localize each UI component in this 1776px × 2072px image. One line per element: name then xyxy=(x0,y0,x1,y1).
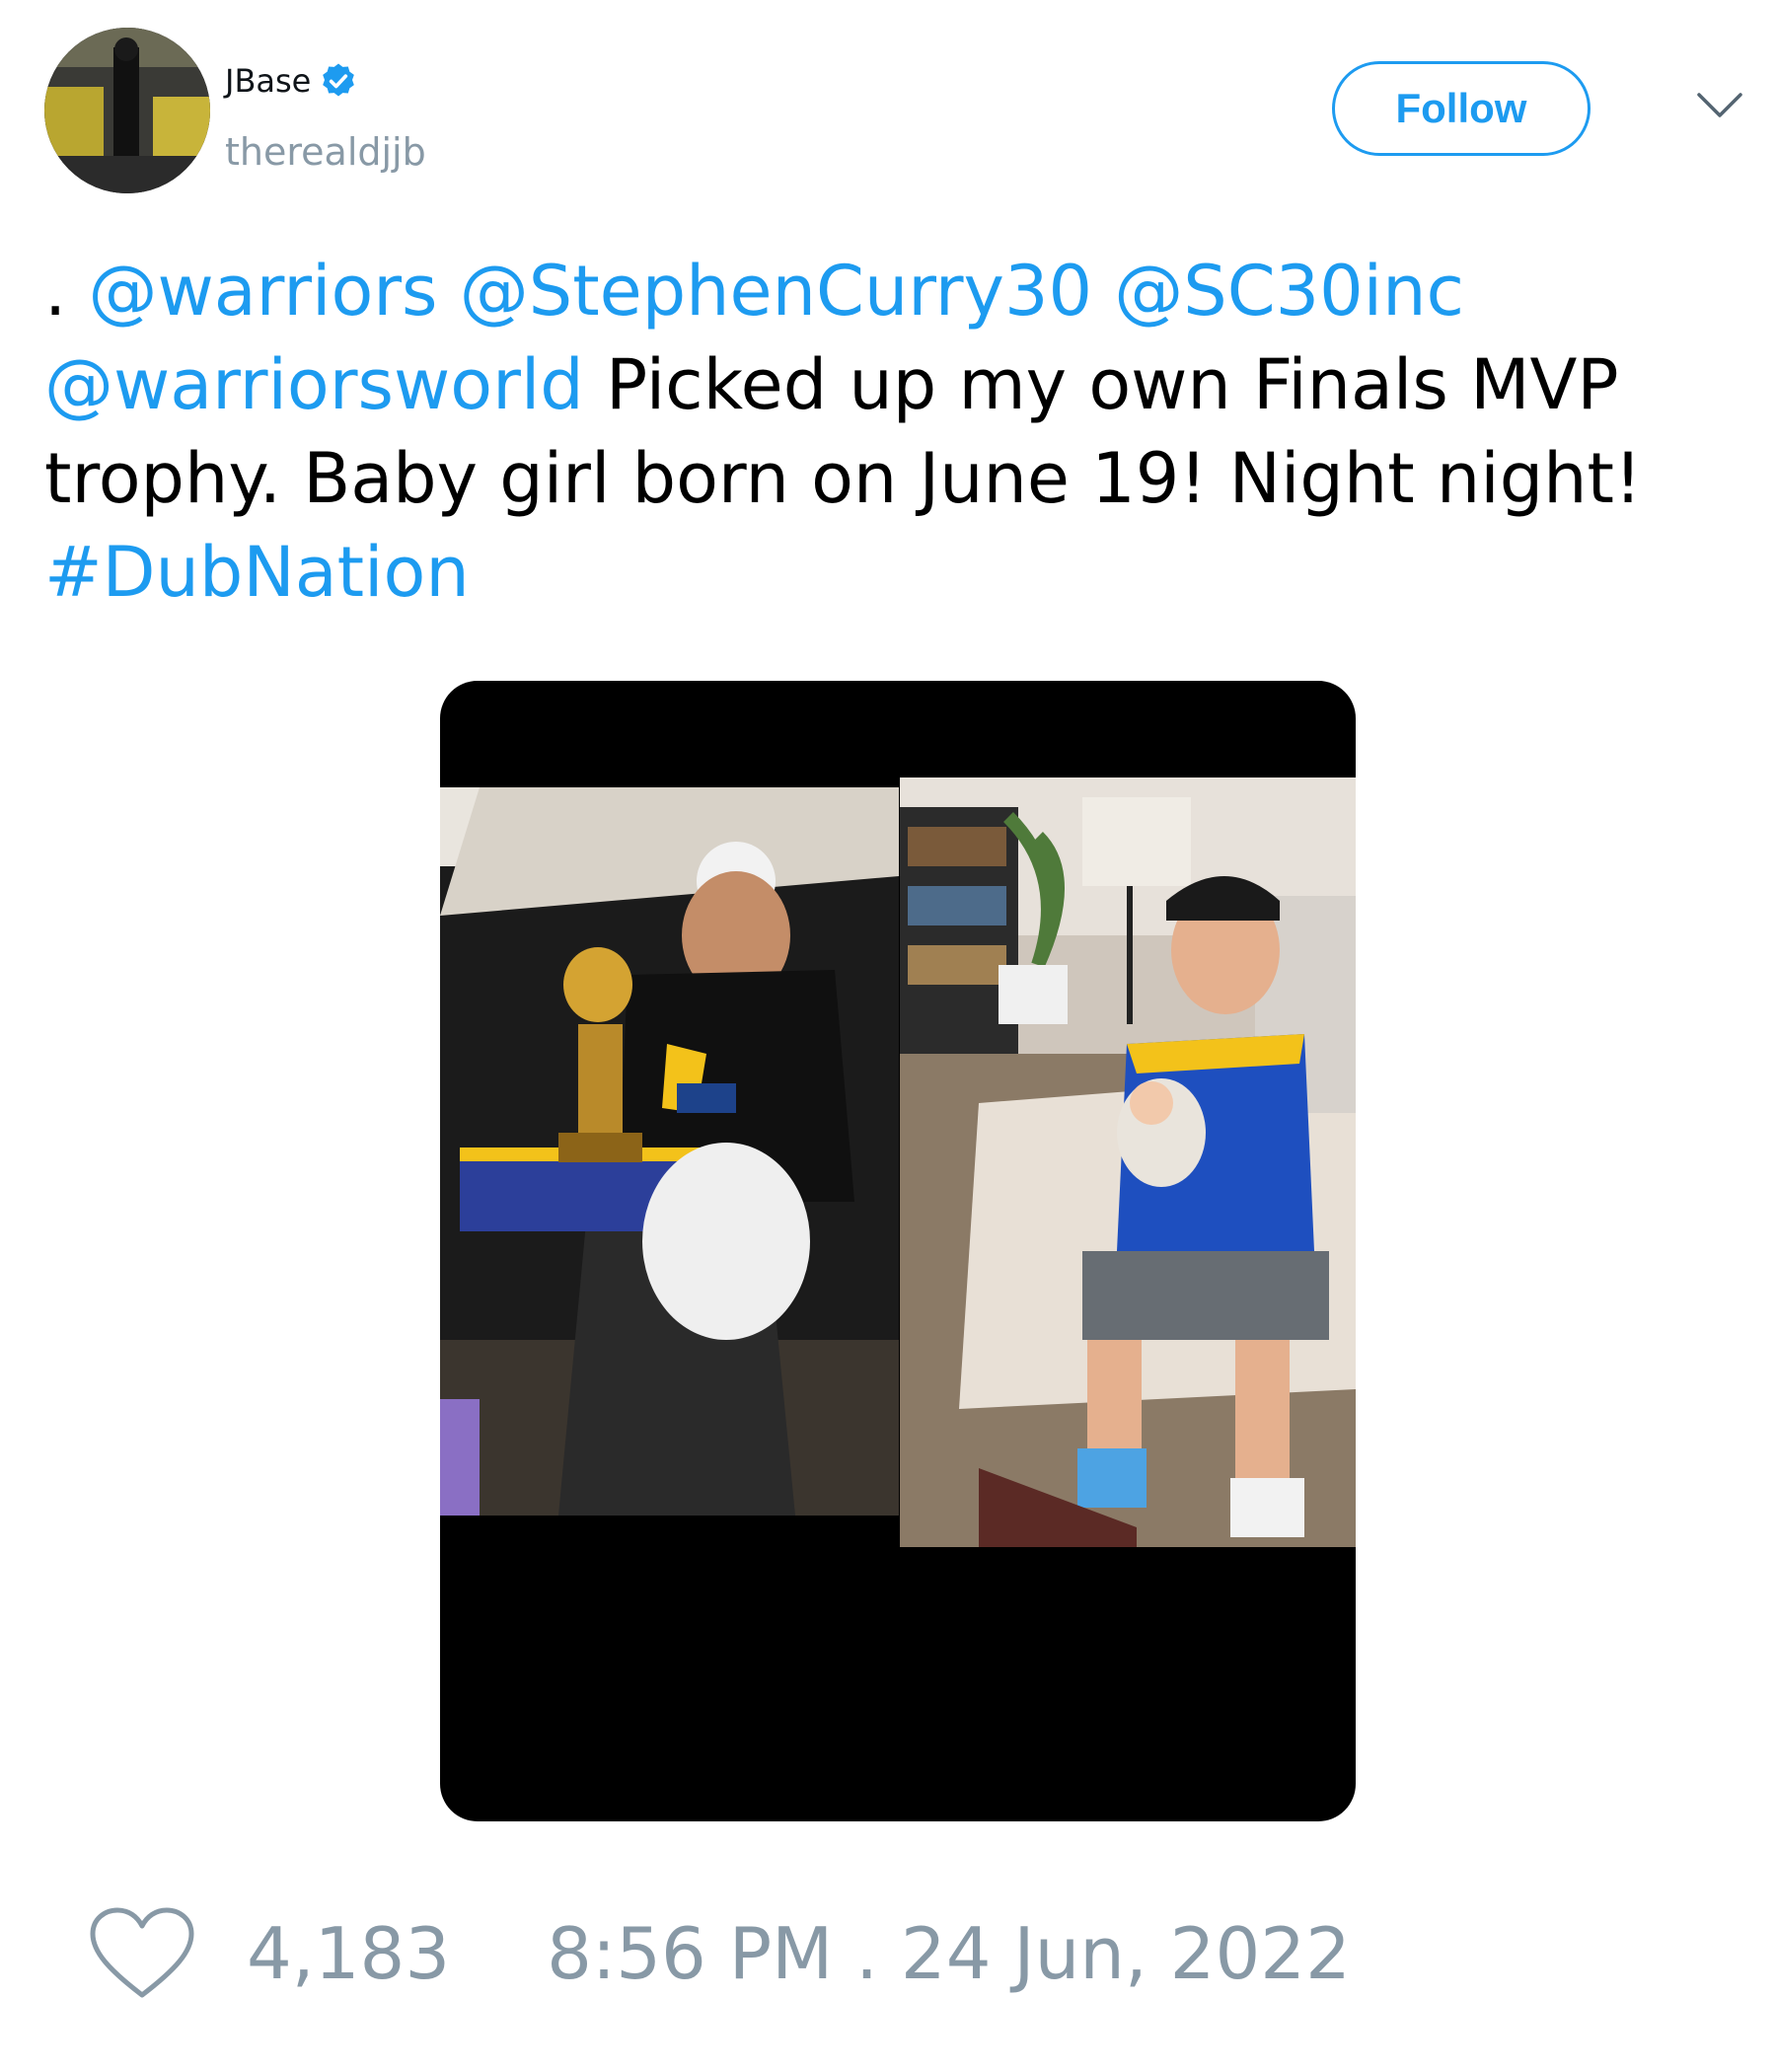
mention-stephencurry30[interactable]: @StephenCurry30 xyxy=(460,251,1092,332)
heart-icon[interactable] xyxy=(89,1906,195,2001)
verified-badge-icon xyxy=(319,61,358,101)
mention-sc30inc[interactable]: @SC30inc xyxy=(1114,251,1464,332)
mention-warriorsworld[interactable]: @warriorsworld xyxy=(44,344,584,425)
timestamp[interactable]: 8:56 PM . 24 Jun, 2022 xyxy=(547,1912,1351,1995)
author-handle[interactable]: therealdjjb xyxy=(225,130,426,174)
photo-curry-trophy[interactable] xyxy=(440,787,899,1516)
hashtag-dubnation[interactable]: #DubNation xyxy=(44,532,470,613)
tweet-footer: 4,183 8:56 PM . 24 Jun, 2022 xyxy=(89,1904,1351,2003)
photo-father-baby[interactable] xyxy=(900,777,1356,1547)
author-display-name[interactable]: JBase xyxy=(225,62,311,100)
follow-button[interactable]: Follow xyxy=(1332,61,1591,156)
tweet-text: . @warriors @StephenCurry30 @SC30inc @wa… xyxy=(44,245,1722,620)
tweet-prefix: . xyxy=(44,251,89,332)
avatar[interactable] xyxy=(44,28,210,193)
author-name-row[interactable]: JBase xyxy=(225,61,358,101)
like-count[interactable]: 4,183 xyxy=(247,1912,450,1995)
tweet-media[interactable] xyxy=(440,681,1356,1821)
mention-warriors[interactable]: @warriors xyxy=(89,251,438,332)
chevron-down-icon[interactable] xyxy=(1695,91,1744,120)
